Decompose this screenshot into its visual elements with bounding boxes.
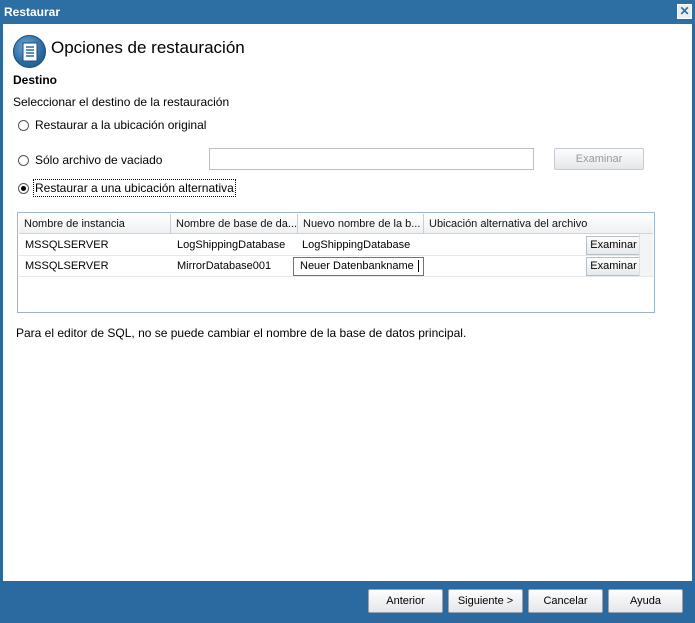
column-header-database[interactable]: Nombre de base de da... xyxy=(171,214,298,234)
cell-new-name[interactable]: LogShippingDatabase xyxy=(296,235,424,256)
dialog-body: Opciones de restauración Destino Selecci… xyxy=(3,24,692,581)
radio-button[interactable] xyxy=(18,154,29,166)
close-icon[interactable]: ✕ xyxy=(677,4,692,19)
radio-button[interactable] xyxy=(18,119,29,131)
document-list-icon xyxy=(13,35,46,68)
section-title-destino: Destino xyxy=(13,73,58,87)
text-caret xyxy=(417,260,419,273)
grid-scrollbar[interactable] xyxy=(639,234,653,276)
column-header-instance[interactable]: Nombre de instancia xyxy=(19,214,171,234)
edit-input-text: Neuer Datenbankname xyxy=(300,260,414,272)
dialog-footer: Anterior Siguiente > Cancelar Ayuda xyxy=(0,581,695,623)
page-title: Opciones de restauración xyxy=(51,38,245,57)
column-header-new-name[interactable]: Nuevo nombre de la b... xyxy=(298,214,424,234)
radio-alternate-location[interactable]: Restaurar a una ubicación alternativa xyxy=(18,179,236,197)
table-row[interactable]: MSSQLSERVER LogShippingDatabase LogShipp… xyxy=(19,235,653,256)
cell-instance: MSSQLSERVER xyxy=(25,260,109,272)
browse-row-button[interactable]: Examinar xyxy=(586,257,641,276)
cell-alt-location[interactable] xyxy=(424,256,584,277)
cell-instance: MSSQLSERVER xyxy=(25,239,109,251)
grid-header: Nombre de instancia Nombre de base de da… xyxy=(19,214,653,234)
browse-dump-file-button[interactable]: Examinar xyxy=(554,148,644,170)
dump-file-input[interactable] xyxy=(209,148,534,170)
cell-database: MirrorDatabase001 xyxy=(177,260,272,272)
next-button[interactable]: Siguiente > xyxy=(448,589,523,613)
section-description: Seleccionar el destino de la restauració… xyxy=(13,95,230,109)
radio-label: Sólo archivo de vaciado xyxy=(35,153,163,167)
window-titlebar: Restaurar ✕ xyxy=(0,0,695,24)
column-header-alt-location[interactable]: Ubicación alternativa del archivo xyxy=(424,214,653,234)
radio-label: Restaurar a la ubicación original xyxy=(35,118,207,132)
help-button[interactable]: Ayuda xyxy=(608,589,683,613)
table-row[interactable]: MSSQLSERVER MirrorDatabase001 Neuer Date… xyxy=(19,256,653,277)
back-button[interactable]: Anterior xyxy=(368,589,443,613)
info-note: Para el editor de SQL, no se puede cambi… xyxy=(16,326,467,340)
cancel-button[interactable]: Cancelar xyxy=(528,589,603,613)
radio-dump-file-only[interactable]: Sólo archivo de vaciado xyxy=(18,153,162,167)
radio-button-selected[interactable] xyxy=(18,182,29,194)
window-title: Restaurar xyxy=(4,5,61,19)
browse-row-button[interactable]: Examinar xyxy=(586,236,641,255)
database-grid: Nombre de instancia Nombre de base de da… xyxy=(17,212,655,313)
cell-database: LogShippingDatabase xyxy=(177,239,286,251)
radio-original-location[interactable]: Restaurar a la ubicación original xyxy=(18,118,206,132)
new-name-edit-input[interactable]: Neuer Datenbankname xyxy=(293,257,424,276)
radio-label: Restaurar a una ubicación alternativa xyxy=(33,179,236,197)
cell-alt-location[interactable] xyxy=(424,235,584,256)
